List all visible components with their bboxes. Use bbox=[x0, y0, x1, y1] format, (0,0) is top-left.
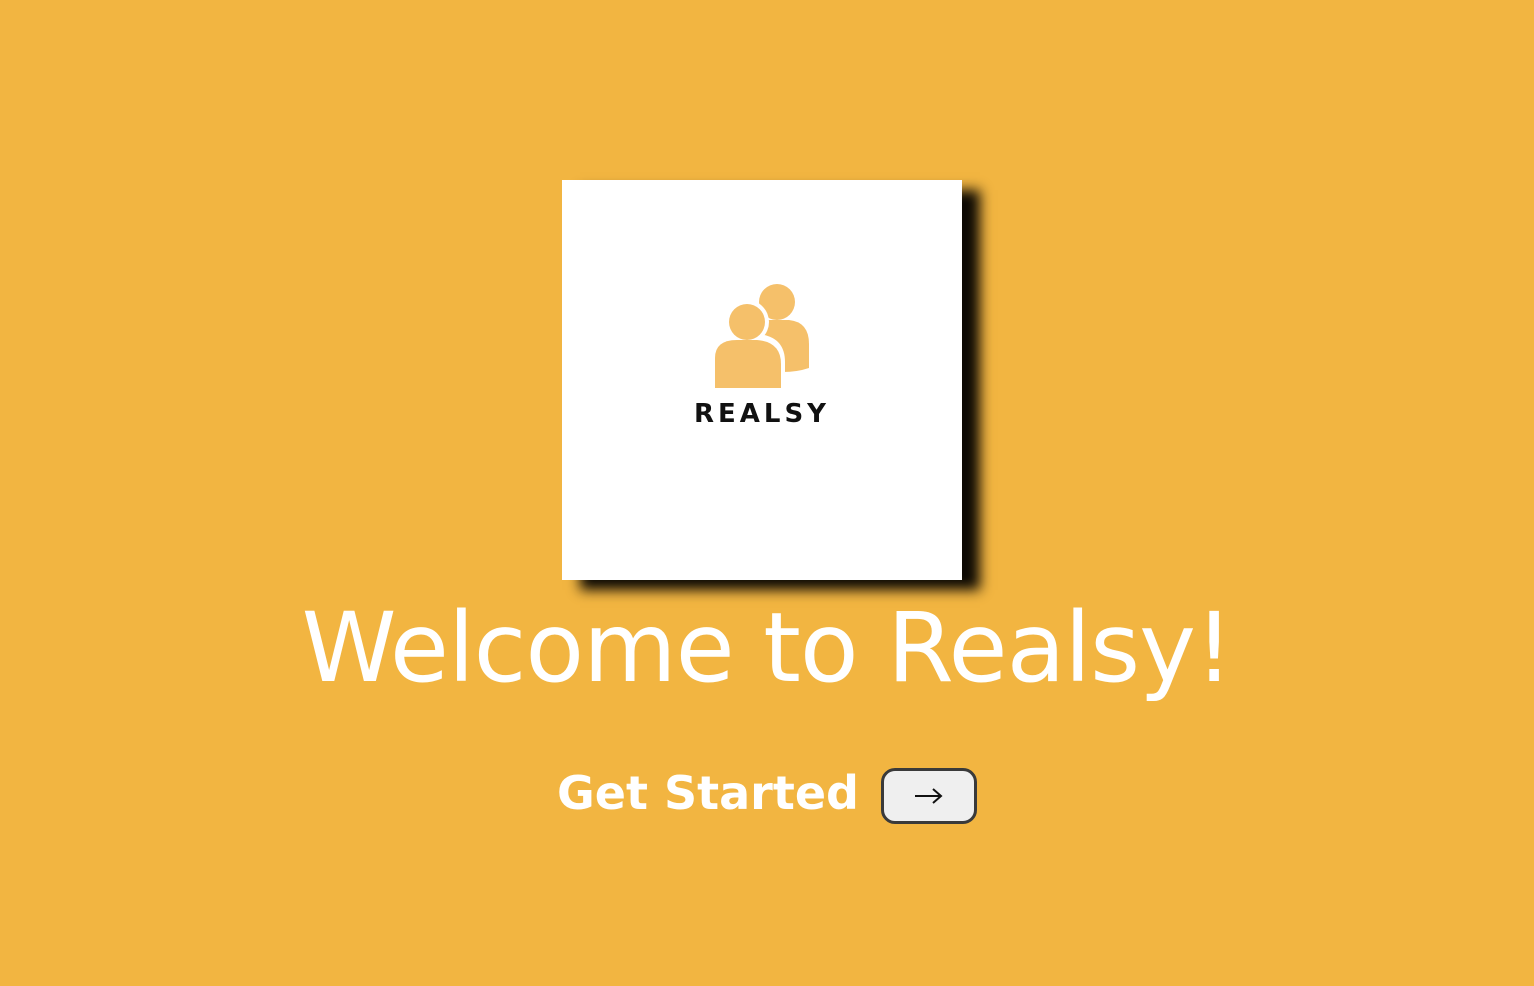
arrow-right-icon bbox=[914, 788, 943, 804]
get-started-button[interactable] bbox=[880, 768, 977, 824]
logo-wordmark: REALSY bbox=[693, 399, 831, 429]
people-group-icon bbox=[713, 284, 809, 390]
get-started-row: Get Started bbox=[0, 762, 1534, 824]
page-title: Welcome to Realsy! bbox=[301, 592, 1234, 704]
get-started-label: Get Started bbox=[557, 766, 859, 820]
